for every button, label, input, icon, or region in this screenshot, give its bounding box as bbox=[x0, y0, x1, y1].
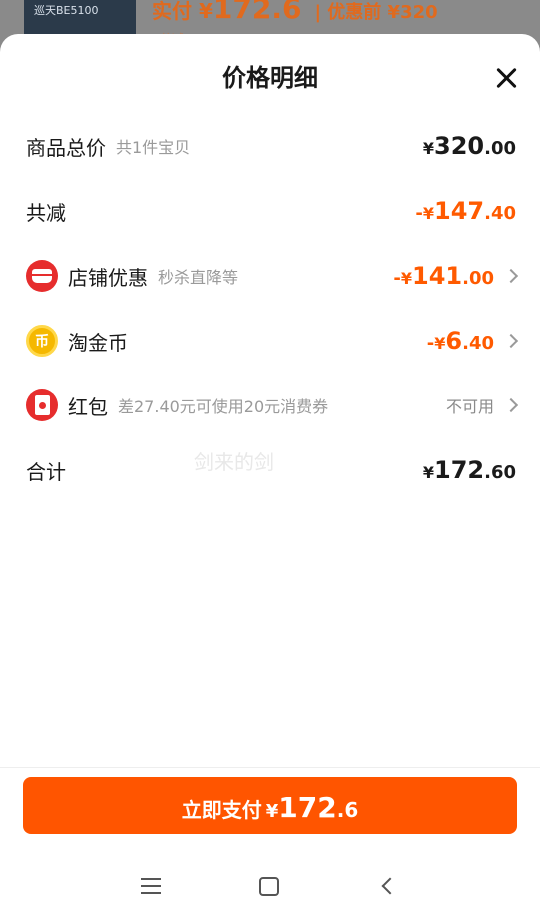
goods-total-hint: 共1件宝贝 bbox=[116, 138, 191, 157]
currency-symbol: ¥ bbox=[400, 269, 412, 288]
amount-integer: 172 bbox=[434, 456, 485, 484]
menu-icon[interactable] bbox=[141, 878, 161, 894]
amount-decimal: .6 bbox=[336, 798, 359, 822]
pay-now-label: 立即支付 bbox=[181, 798, 262, 822]
currency-symbol: ¥ bbox=[422, 139, 434, 158]
amount-integer: 320 bbox=[434, 132, 485, 160]
currency-symbol: ¥ bbox=[422, 463, 434, 482]
footer-divider bbox=[0, 767, 540, 768]
sum-label: 合计 bbox=[26, 459, 66, 484]
before-label: 优惠前 ¥320 bbox=[327, 2, 438, 23]
amount-integer: 172 bbox=[278, 791, 337, 824]
total-discount-label: 共减 bbox=[26, 200, 66, 225]
total-discount-amount: - ¥ 147 .40 bbox=[415, 197, 516, 225]
pay-now-button[interactable]: 立即支付 ¥ 172 .6 bbox=[23, 777, 517, 834]
taojinbi-label: 淘金币 bbox=[68, 330, 128, 355]
minus-sign: - bbox=[426, 333, 435, 354]
amount-decimal: .40 bbox=[462, 333, 494, 354]
background-pay-summary: 实付 ¥172.6 | 优惠前 ¥320 bbox=[152, 0, 438, 25]
currency-symbol: ¥ bbox=[265, 801, 279, 822]
row-taojinbi[interactable]: 币 淘金币 - ¥ 6 .40 bbox=[26, 321, 519, 361]
pay-amount: 172.6 bbox=[212, 0, 302, 25]
row-goods-total: 商品总价 共1件宝贝 ¥ 320 .00 bbox=[26, 126, 516, 166]
close-icon[interactable] bbox=[492, 64, 520, 92]
system-nav-bar bbox=[0, 858, 540, 914]
minus-sign: - bbox=[393, 268, 401, 289]
unavailable-text: 不可用 bbox=[445, 397, 494, 416]
coin-glyph: 币 bbox=[35, 334, 49, 350]
gold-coin-icon: 币 bbox=[26, 325, 58, 357]
minus-sign: - bbox=[415, 203, 423, 224]
amount-decimal: .60 bbox=[484, 462, 516, 483]
chevron-right-icon bbox=[503, 268, 519, 284]
sum-amount: ¥ 172 .60 bbox=[423, 456, 516, 484]
shop-discount-hint: 秒杀直降等 bbox=[158, 268, 239, 287]
red-packet-status: 不可用 bbox=[445, 393, 519, 417]
amount-integer: 147 bbox=[434, 197, 485, 225]
before-price: | 优惠前 ¥320 bbox=[314, 2, 438, 23]
red-envelope-icon bbox=[26, 389, 58, 421]
watermark: 剑来的剑 bbox=[194, 450, 274, 474]
red-packet-label: 红包 bbox=[68, 394, 108, 419]
amount-decimal: .40 bbox=[484, 203, 516, 224]
amount-integer: 6 bbox=[445, 327, 463, 355]
row-total-discount: 共减 - ¥ 147 .40 bbox=[26, 191, 516, 231]
amount-integer: 141 bbox=[412, 262, 463, 290]
taojinbi-amount: - ¥ 6 .40 bbox=[426, 327, 519, 355]
shop-discount-label: 店铺优惠 bbox=[68, 265, 148, 290]
store-icon bbox=[26, 260, 58, 292]
sheet-title: 价格明细 bbox=[222, 64, 318, 92]
chevron-right-icon bbox=[503, 397, 519, 413]
chevron-right-icon bbox=[503, 333, 519, 349]
amount-decimal: .00 bbox=[462, 268, 494, 289]
row-red-packet[interactable]: 红包 差27.40元可使用20元消费券 不可用 bbox=[26, 385, 519, 425]
back-icon[interactable] bbox=[381, 877, 399, 895]
product-name: 巡天BE5100 bbox=[34, 4, 99, 17]
currency-symbol: ¥ bbox=[422, 204, 434, 223]
goods-total-amount: ¥ 320 .00 bbox=[423, 132, 516, 160]
red-packet-hint: 差27.40元可使用20元消费券 bbox=[118, 397, 329, 416]
row-shop-discount[interactable]: 店铺优惠 秒杀直降等 - ¥ 141 .00 bbox=[26, 256, 519, 296]
shop-discount-amount: - ¥ 141 .00 bbox=[393, 262, 519, 290]
pay-prefix: 实付 ¥ bbox=[152, 0, 213, 23]
currency-symbol: ¥ bbox=[434, 334, 446, 353]
goods-total-label: 商品总价 bbox=[26, 135, 106, 160]
amount-decimal: .00 bbox=[484, 138, 516, 159]
home-icon[interactable] bbox=[259, 877, 279, 896]
